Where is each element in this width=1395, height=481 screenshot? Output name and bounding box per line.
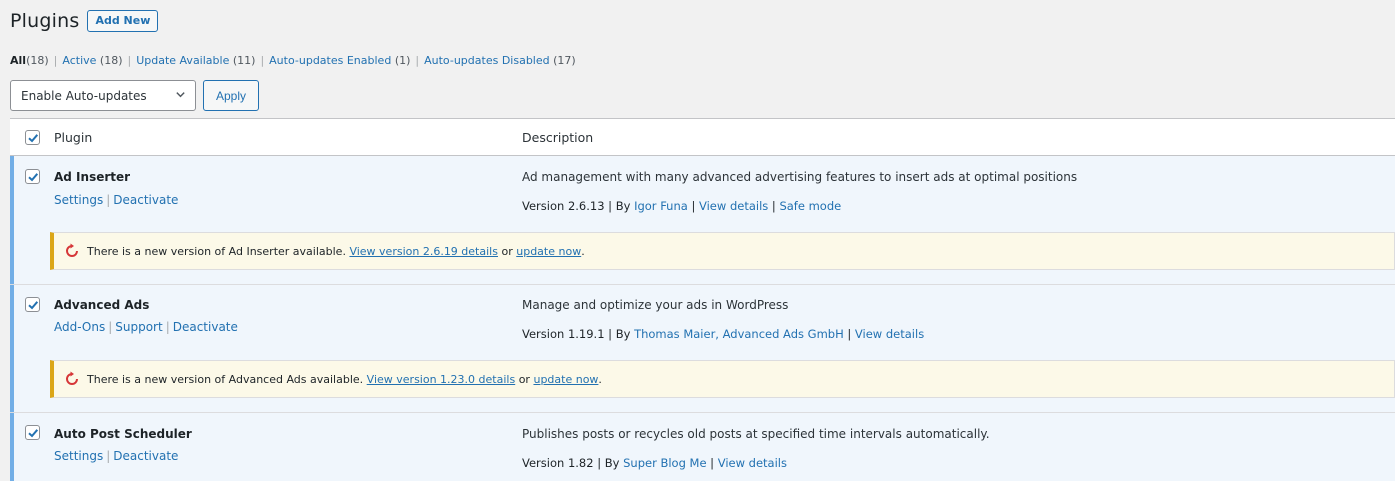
plugin-description: Publishes posts or recycles old posts at… (522, 427, 990, 441)
view-version-details-link[interactable]: View version 2.6.19 details (349, 245, 498, 258)
author-link[interactable]: Igor Funa (634, 199, 688, 213)
plugin-meta: Version 2.6.13 | By Igor Funa | View det… (522, 199, 842, 213)
checkmark-icon (27, 428, 38, 437)
settings-link[interactable]: Settings (54, 449, 103, 463)
bulk-actions: Enable Auto-updates Apply (10, 80, 260, 111)
deactivate-link[interactable]: Deactivate (113, 449, 178, 463)
update-icon (66, 243, 78, 257)
plugin-description: Ad management with many advanced adverti… (522, 170, 1078, 184)
filter-auto-updates-disabled[interactable]: Auto-updates Disabled (17) (424, 54, 576, 67)
update-notice: There is a new version of Advanced Ads a… (50, 360, 1395, 398)
plugin-status-filters: All(18) | Active (18) | Update Available (11… (10, 54, 576, 67)
plugin-row-advanced-ads: Advanced Ads Add-Ons | Support | Deactivate … (10, 285, 1395, 412)
plugin-checkbox[interactable] (25, 169, 40, 184)
page-title: Plugins (10, 10, 80, 32)
plugins-table: Plugin Description Ad Inserter Settings |… (10, 118, 1395, 481)
deactivate-link[interactable]: Deactivate (113, 193, 178, 207)
select-all-checkbox[interactable] (25, 130, 40, 145)
bulk-action-select[interactable]: Enable Auto-updates (10, 80, 196, 111)
page-header: Plugins Add New (10, 6, 159, 36)
plugin-name: Auto Post Scheduler (54, 427, 192, 441)
column-plugin[interactable]: Plugin (54, 130, 92, 145)
filter-all[interactable]: All(18) (10, 54, 49, 67)
safe-mode-link[interactable]: Safe mode (779, 199, 841, 213)
row-actions: Add-Ons | Support | Deactivate (54, 320, 238, 334)
filter-auto-updates-enabled[interactable]: Auto-updates Enabled (1) (269, 54, 410, 67)
plugin-checkbox[interactable] (25, 297, 40, 312)
add-new-button[interactable]: Add New (87, 10, 159, 32)
checkmark-icon (27, 133, 38, 142)
settings-link[interactable]: Settings (54, 193, 103, 207)
table-header: Plugin Description (10, 119, 1395, 156)
author-link[interactable]: Super Blog Me (623, 456, 706, 470)
view-details-link[interactable]: View details (699, 199, 768, 213)
plugin-name: Advanced Ads (54, 298, 150, 312)
plugin-meta: Version 1.82 | By Super Blog Me | View d… (522, 456, 787, 470)
checkmark-icon (27, 300, 38, 309)
bulk-action-selected: Enable Auto-updates (21, 88, 147, 103)
row-actions: Settings | Deactivate (54, 449, 179, 463)
update-notice: There is a new version of Ad Inserter av… (50, 232, 1395, 270)
update-now-link[interactable]: update now (533, 373, 598, 386)
add-ons-link[interactable]: Add-Ons (54, 320, 105, 334)
filter-active[interactable]: Active (18) (62, 54, 122, 67)
plugin-name: Ad Inserter (54, 170, 131, 184)
update-icon (66, 371, 78, 385)
checkmark-icon (27, 172, 38, 181)
view-details-link[interactable]: View details (718, 456, 787, 470)
author-link[interactable]: Thomas Maier, Advanced Ads GmbH (634, 327, 844, 341)
chevron-down-icon (175, 89, 186, 103)
plugin-checkbox[interactable] (25, 425, 40, 440)
plugin-row-ad-inserter: Ad Inserter Settings | Deactivate Ad manag… (10, 156, 1395, 284)
deactivate-link[interactable]: Deactivate (173, 320, 238, 334)
support-link[interactable]: Support (115, 320, 162, 334)
update-now-link[interactable]: update now (516, 245, 581, 258)
apply-button[interactable]: Apply (203, 80, 260, 111)
view-details-link[interactable]: View details (855, 327, 924, 341)
column-description: Description (522, 130, 594, 145)
row-actions: Settings | Deactivate (54, 193, 179, 207)
plugin-row-auto-post-scheduler: Auto Post Scheduler Settings | Deactivate … (10, 413, 1395, 481)
plugin-meta: Version 1.19.1 | By Thomas Maier, Advanc… (522, 327, 925, 341)
view-version-details-link[interactable]: View version 1.23.0 details (367, 373, 516, 386)
filter-update-available[interactable]: Update Available (11) (136, 54, 255, 67)
plugin-description: Manage and optimize your ads in WordPres… (522, 298, 789, 312)
